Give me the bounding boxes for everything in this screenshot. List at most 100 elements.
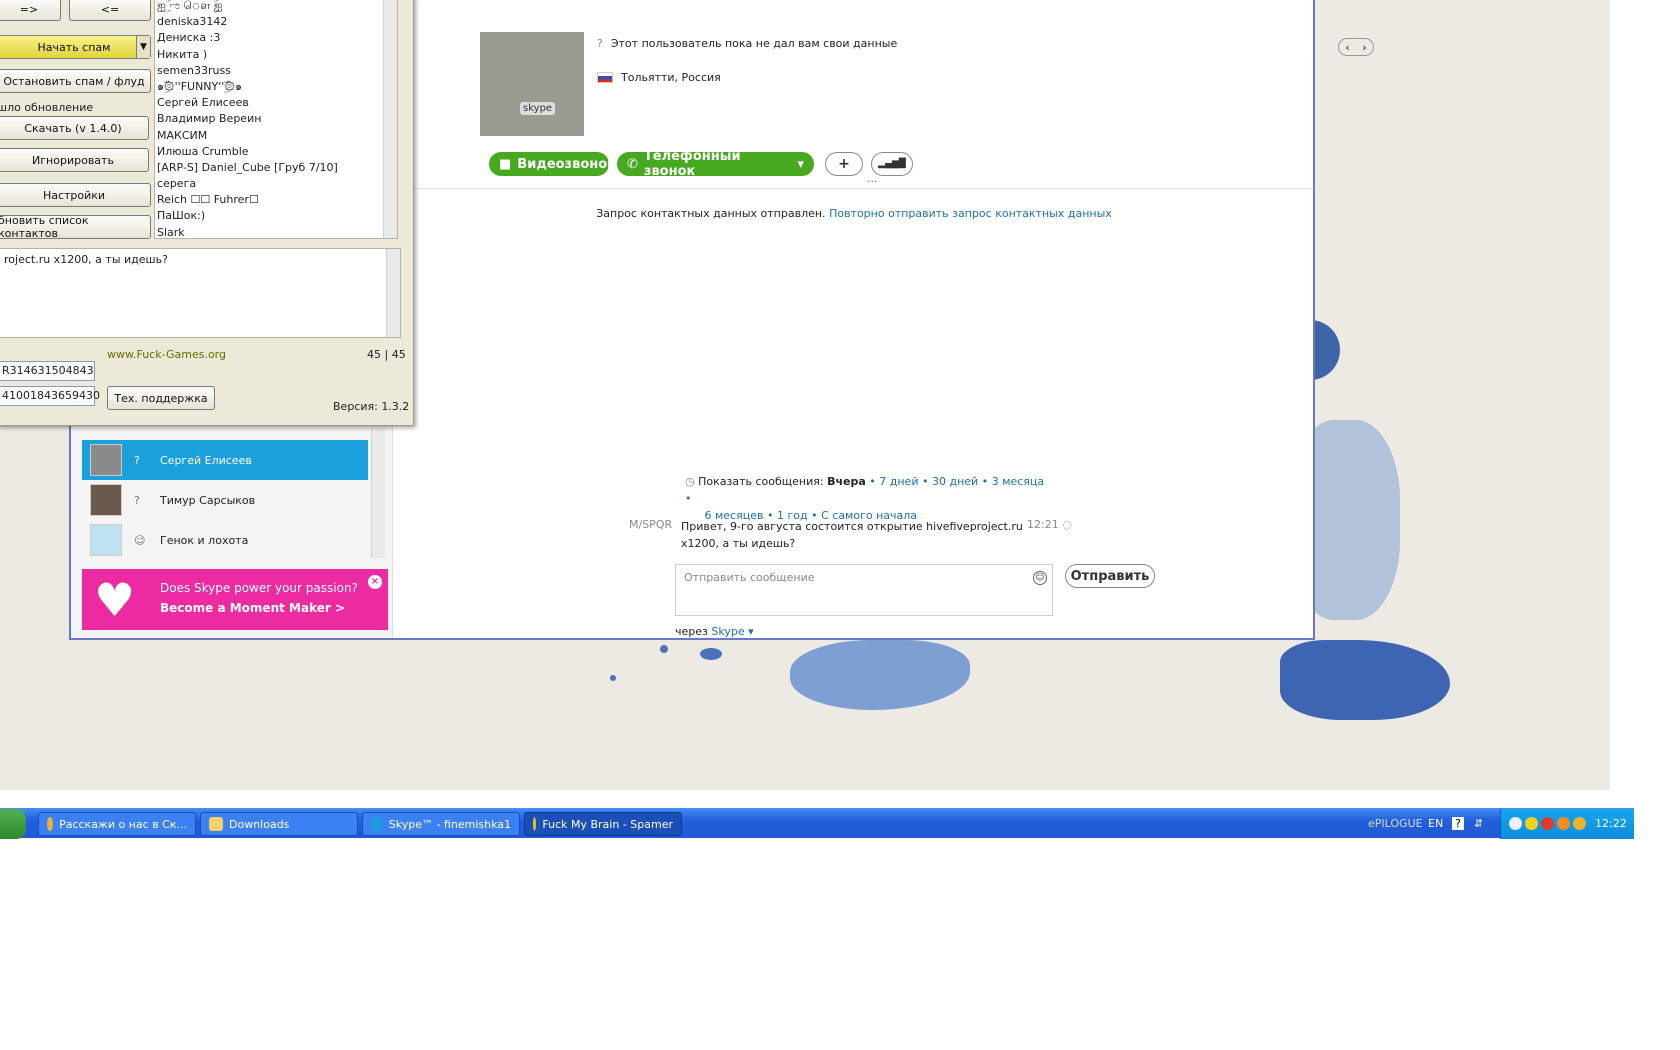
list-item[interactable]: deniska3142 xyxy=(155,14,397,30)
moment-maker-ad[interactable]: ♥ Does Skype power your passion? Become … xyxy=(82,569,388,630)
close-icon[interactable]: × xyxy=(368,575,382,589)
list-item[interactable]: Никита ) xyxy=(155,47,397,63)
list-item[interactable]: Reich ☐☐ Fuhrer☐ xyxy=(155,192,397,208)
taskbar-item[interactable]: Fuck My Brain - Spamer xyxy=(524,812,682,836)
list-item[interactable]: ஐۣۜ ಌ ௌ ۣۜஐ xyxy=(155,0,397,14)
list-item[interactable]: ๑ۣۜۜ۞''FUNNY''ۣۜۜ۞๑ xyxy=(155,79,397,95)
contact-item[interactable]: ? Сергей Елисеев xyxy=(82,440,368,480)
paint-splash xyxy=(700,648,722,660)
video-call-button[interactable]: ■ Видеозвонок xyxy=(489,152,616,176)
tray-arrow-icon[interactable] xyxy=(1509,817,1522,830)
start-spam-button[interactable]: Начать спам ▼ xyxy=(0,35,151,59)
wallet-field-1[interactable]: R314631504843 xyxy=(0,361,95,381)
clock[interactable]: 12:22 xyxy=(1595,817,1627,830)
message-input[interactable]: Отправить сообщение ☺ xyxy=(675,564,1053,616)
phone-call-button[interactable]: ✆ Телефонный звонок ▾ xyxy=(617,149,814,179)
ignore-button[interactable]: Игнорировать xyxy=(0,148,149,172)
chrome-icon xyxy=(47,817,54,831)
forward-button[interactable]: => xyxy=(0,0,61,21)
taskbar-item[interactable]: Downloads xyxy=(200,812,358,836)
version-label: Версия: 1.3.2 xyxy=(333,400,410,413)
profile-nav: ‹ › xyxy=(1338,38,1374,56)
tray-app-icon[interactable] xyxy=(1541,817,1554,830)
via-service: через Skype ▾ xyxy=(675,625,754,638)
contact-request-status: Запрос контактных данных отправлен. Повт… xyxy=(395,207,1313,220)
profile-location: Тольятти, Россия xyxy=(621,71,721,84)
list-item[interactable]: Сергей Елисеев xyxy=(155,95,397,111)
contact-list-scrollbar[interactable] xyxy=(383,0,397,238)
system-tray: 12:22 xyxy=(1500,809,1634,839)
pending-status-icon: ? xyxy=(597,37,603,50)
contacts-scrollbar[interactable] xyxy=(371,428,385,558)
contact-list[interactable]: ஐۣۜ ಌ ௌ ۣۜஐ deniska3142 Дениска :3 Никит… xyxy=(154,0,398,239)
list-item[interactable]: МАКСИМ xyxy=(155,128,397,144)
history-current: Вчера xyxy=(827,475,866,488)
message-text: Привет, 9-го августа состоится открытие … xyxy=(681,520,1023,550)
send-button[interactable]: Отправить xyxy=(1065,564,1155,588)
contact-item[interactable]: ? Тимур Сарсыков xyxy=(82,480,368,520)
via-service-selector[interactable]: Skype xyxy=(711,625,744,638)
contact-item[interactable]: ☺ Генок и лохота xyxy=(82,520,368,560)
language-indicator[interactable]: EN xyxy=(1428,817,1443,830)
list-item[interactable]: semen33russ xyxy=(155,63,397,79)
tray-app-icon[interactable] xyxy=(1573,817,1586,830)
chevron-down-icon[interactable]: ▾ xyxy=(797,157,804,172)
download-button[interactable]: Скачать (v 1.4.0) xyxy=(0,116,149,140)
separator: • xyxy=(921,475,929,488)
history-option[interactable]: 30 дней xyxy=(932,475,978,488)
list-item[interactable]: Дениска :3 xyxy=(155,30,397,46)
phone-call-label: Телефонный звонок xyxy=(643,149,741,179)
ad-link[interactable]: Become a Moment Maker > xyxy=(160,601,345,615)
history-option[interactable]: 7 дней xyxy=(879,475,918,488)
chevron-down-icon[interactable]: ▾ xyxy=(748,625,754,638)
message-time: 12:21 ◌ xyxy=(1027,518,1072,531)
group-icon: ☺ xyxy=(134,533,146,547)
chevron-right-icon[interactable]: › xyxy=(1362,41,1366,54)
wallet-field-2[interactable]: 41001843659430 xyxy=(0,386,100,406)
start-button[interactable] xyxy=(0,809,26,839)
add-button[interactable]: + xyxy=(825,152,863,176)
chevron-down-icon[interactable]: ▼ xyxy=(136,36,150,58)
via-label: через xyxy=(675,625,708,638)
spamer-window: => <= Начать спам ▼ Остановить спам / фл… xyxy=(0,0,414,426)
profile-status-row: ? Этот пользователь пока не дал вам свои… xyxy=(597,37,897,50)
chevron-up-icon[interactable]: ⇵ xyxy=(1474,817,1483,830)
spam-message-text: roject.ru x1200, а ты идешь? xyxy=(4,253,168,266)
start-spam-label: Начать спам xyxy=(37,40,111,54)
help-icon[interactable]: ? xyxy=(1452,817,1464,830)
list-item[interactable]: серега xyxy=(155,176,397,192)
spam-message-textarea[interactable]: roject.ru x1200, а ты идешь? xyxy=(0,248,401,338)
taskbar-item[interactable]: Skype™ - finemishka1 xyxy=(362,812,520,836)
picture-label: skype xyxy=(520,102,556,115)
stop-spam-button[interactable]: Остановить спам / флуд xyxy=(0,69,151,93)
pending-status-icon: ? xyxy=(134,453,140,467)
taskbar-item[interactable]: Расскажи о нас в Ск... xyxy=(38,812,196,836)
heart-icon: ♥ xyxy=(94,573,136,627)
list-item[interactable]: Slark xyxy=(155,225,397,238)
video-camera-icon: ■ xyxy=(499,156,512,172)
paint-splash xyxy=(610,675,616,681)
tray-app-icon[interactable] xyxy=(1557,817,1570,830)
emoticon-icon[interactable]: ☺ xyxy=(1033,571,1047,585)
refresh-contacts-button[interactable]: бновить список контактов xyxy=(0,214,151,240)
separator: • xyxy=(869,475,876,488)
resend-request-link[interactable]: Повторно отправить запрос контактных дан… xyxy=(829,207,1112,220)
screen: ? Сергей Елисеев ? Тимур Сарсыков ☺ Гено… xyxy=(0,0,1680,1050)
divider xyxy=(395,188,1313,189)
textarea-scrollbar[interactable] xyxy=(386,249,400,337)
back-button[interactable]: <= xyxy=(69,0,151,21)
list-item[interactable]: Владимир Верeин xyxy=(155,111,397,127)
list-item[interactable]: Илюша Crumble xyxy=(155,144,397,160)
support-button[interactable]: Тех. поддержка xyxy=(107,386,215,410)
history-label: Показать сообщения: xyxy=(698,475,824,488)
history-option[interactable]: 3 месяца xyxy=(992,475,1044,488)
paint-splash xyxy=(660,645,668,653)
tray-app-icon[interactable] xyxy=(1525,817,1538,830)
paint-splash xyxy=(1280,640,1450,720)
video-call-label: Видеозвонок xyxy=(517,156,617,172)
site-link[interactable]: www.Fuck-Games.org xyxy=(107,348,226,361)
list-item[interactable]: ПаШок:) xyxy=(155,208,397,224)
settings-button[interactable]: Настройки xyxy=(0,183,151,207)
chevron-left-icon[interactable]: ‹ xyxy=(1345,41,1349,54)
list-item[interactable]: [ARP-S] Daniel_Cube [Груб 7/10] xyxy=(155,160,397,176)
